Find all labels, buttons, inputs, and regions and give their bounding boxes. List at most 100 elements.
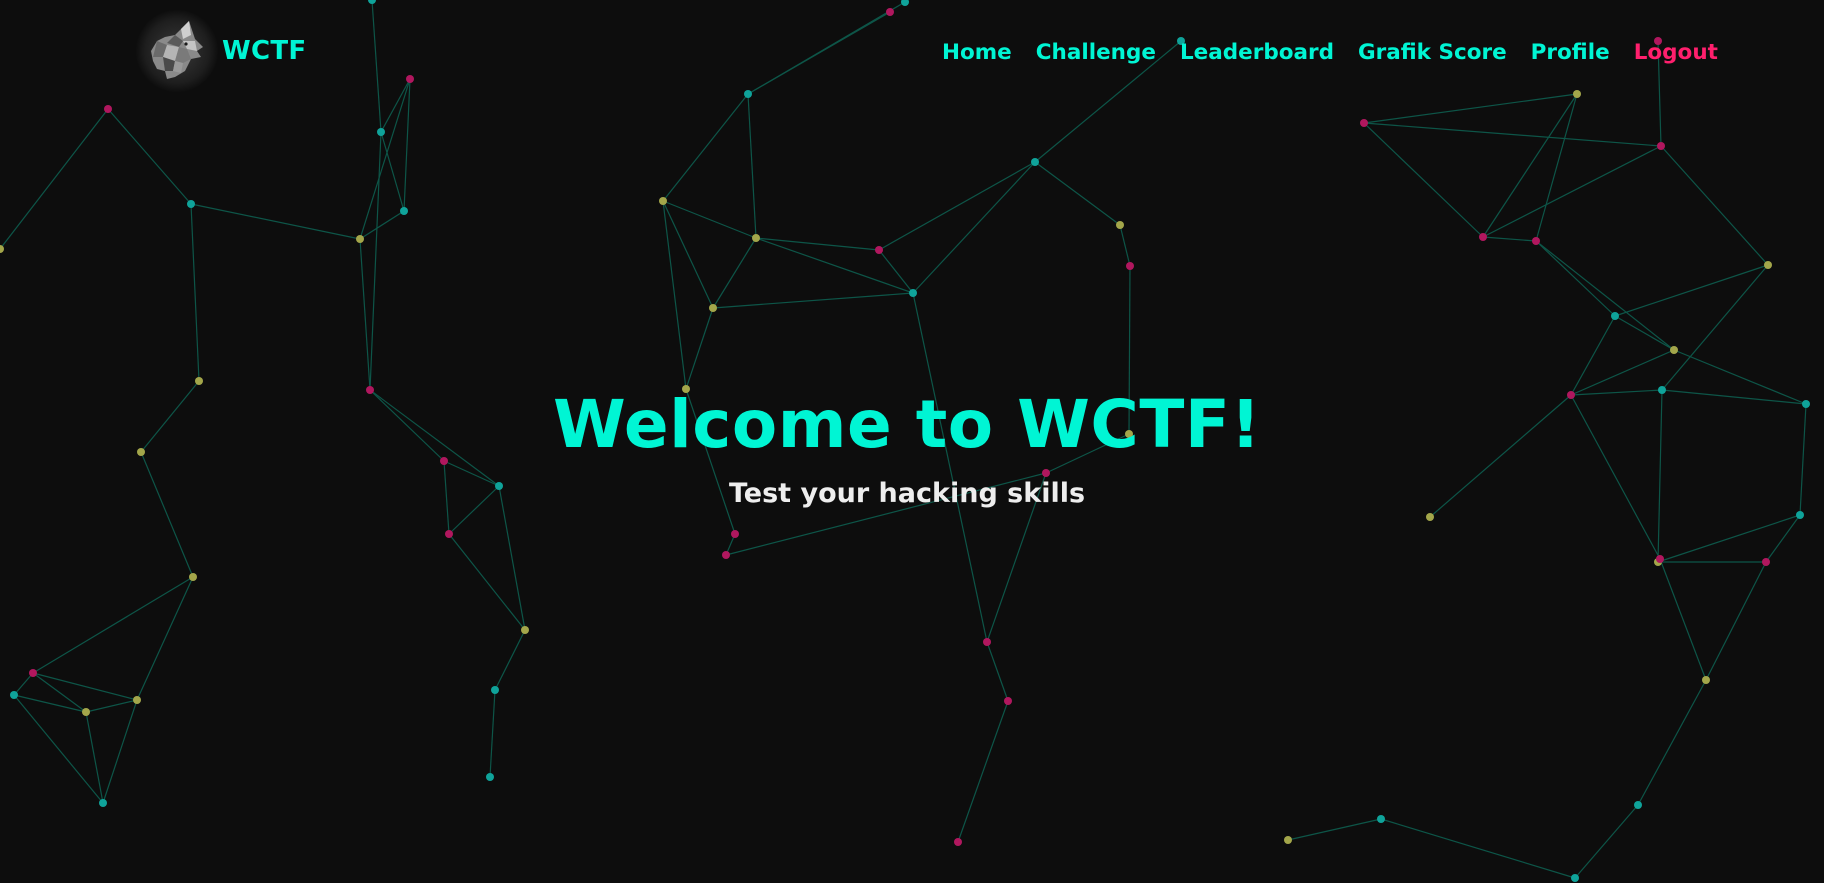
- network-link-line: [685, 307, 714, 390]
- network-link-line: [1535, 93, 1578, 242]
- network-link-line: [1482, 145, 1662, 238]
- network-node-dot: [1657, 142, 1665, 150]
- network-link-line: [1363, 122, 1484, 238]
- network-node-dot: [1702, 676, 1710, 684]
- network-node-dot: [491, 686, 499, 694]
- network-node-dot: [356, 235, 364, 243]
- network-link-line: [1482, 93, 1578, 238]
- network-link-line: [747, 93, 757, 239]
- network-link-line: [1482, 236, 1537, 242]
- network-node-dot: [1796, 511, 1804, 519]
- network-link-line: [712, 237, 757, 309]
- network-link-line: [662, 200, 757, 239]
- network-link-line: [1363, 122, 1662, 147]
- nav-grafik-score[interactable]: Grafik Score: [1358, 40, 1507, 65]
- network-link-line: [878, 161, 1036, 251]
- brand-name: WCTF: [222, 36, 307, 66]
- network-node-dot: [1116, 221, 1124, 229]
- network-node-dot: [133, 696, 141, 704]
- network-node-dot: [377, 128, 385, 136]
- network-link-line: [448, 533, 526, 631]
- network-link-line: [662, 93, 749, 202]
- network-node-dot: [983, 638, 991, 646]
- hero-title: Welcome to WCTF!: [552, 386, 1262, 463]
- network-node-dot: [1360, 119, 1368, 127]
- network-link-line: [359, 210, 405, 240]
- nav-logout[interactable]: Logout: [1634, 40, 1718, 65]
- network-link-line: [1614, 264, 1769, 317]
- network-link-line: [190, 203, 361, 240]
- network-link-line: [369, 131, 382, 391]
- brand-link[interactable]: WCTF: [136, 10, 306, 92]
- network-node-dot: [875, 246, 883, 254]
- hero-section: Welcome to WCTF! Test your hacking skill…: [0, 383, 1814, 511]
- network-link-line: [107, 108, 192, 205]
- network-node-dot: [1532, 237, 1540, 245]
- network-node-dot: [1031, 158, 1039, 166]
- network-node-dot: [1004, 697, 1012, 705]
- network-link-line: [494, 629, 526, 691]
- network-node-dot: [10, 691, 18, 699]
- network-link-line: [1765, 514, 1801, 563]
- hero-subtitle: Test your hacking skills: [728, 478, 1086, 509]
- network-node-dot: [1377, 815, 1385, 823]
- network-node-dot: [1764, 261, 1772, 269]
- network-link-line: [1661, 264, 1769, 391]
- network-node-dot: [752, 234, 760, 242]
- network-node-dot: [1670, 346, 1678, 354]
- network-link-line: [359, 238, 371, 391]
- network-node-dot: [909, 289, 917, 297]
- nav-leaderboard[interactable]: Leaderboard: [1180, 40, 1334, 65]
- network-node-dot: [1426, 513, 1434, 521]
- network-link-line: [1287, 818, 1382, 841]
- network-link-line: [1660, 145, 1769, 266]
- network-link-line: [1657, 514, 1801, 563]
- network-node-dot: [709, 304, 717, 312]
- network-link-line: [136, 576, 194, 701]
- network-node-dot: [731, 530, 739, 538]
- network-link-line: [85, 699, 138, 713]
- network-node-dot: [82, 708, 90, 716]
- network-link-line: [986, 641, 1009, 702]
- network-link-line: [0, 108, 109, 250]
- wolf-head-icon: [136, 10, 218, 92]
- network-link-line: [1380, 818, 1576, 879]
- network-link-line: [489, 689, 496, 778]
- network-node-dot: [722, 551, 730, 559]
- network-link-line: [32, 576, 194, 674]
- network-link-line: [102, 699, 138, 804]
- network-link-line: [85, 711, 104, 804]
- network-link-line: [1034, 161, 1121, 226]
- network-link-line: [1614, 315, 1675, 351]
- network-link-line: [1535, 240, 1616, 317]
- nav-profile[interactable]: Profile: [1531, 40, 1610, 65]
- network-node-dot: [659, 197, 667, 205]
- network-node-dot: [954, 838, 962, 846]
- network-link-line: [662, 200, 714, 309]
- network-node-dot: [189, 573, 197, 581]
- nav-challenge[interactable]: Challenge: [1036, 40, 1156, 65]
- network-link-line: [380, 131, 405, 212]
- nav-home[interactable]: Home: [942, 40, 1012, 65]
- network-link-line: [1705, 561, 1767, 681]
- network-node-dot: [1571, 874, 1579, 882]
- network-node-dot: [1611, 312, 1619, 320]
- network-node-dot: [1126, 262, 1134, 270]
- network-link-line: [32, 672, 138, 701]
- network-node-dot: [1656, 555, 1664, 563]
- network-node-dot: [486, 773, 494, 781]
- network-node-dot: [29, 669, 37, 677]
- network-node-dot: [0, 245, 4, 253]
- network-link-line: [712, 292, 914, 309]
- network-link-line: [1119, 224, 1131, 267]
- network-link-line: [1637, 679, 1707, 806]
- network-node-dot: [1479, 233, 1487, 241]
- network-link-line: [662, 200, 687, 390]
- nav-menu: Home Challenge Leaderboard Grafik Score …: [942, 40, 1718, 65]
- network-node-dot: [445, 530, 453, 538]
- network-node-dot: [187, 200, 195, 208]
- network-node-dot: [1762, 558, 1770, 566]
- network-node-dot: [400, 207, 408, 215]
- network-link-line: [1574, 804, 1639, 879]
- network-link-line: [190, 203, 200, 382]
